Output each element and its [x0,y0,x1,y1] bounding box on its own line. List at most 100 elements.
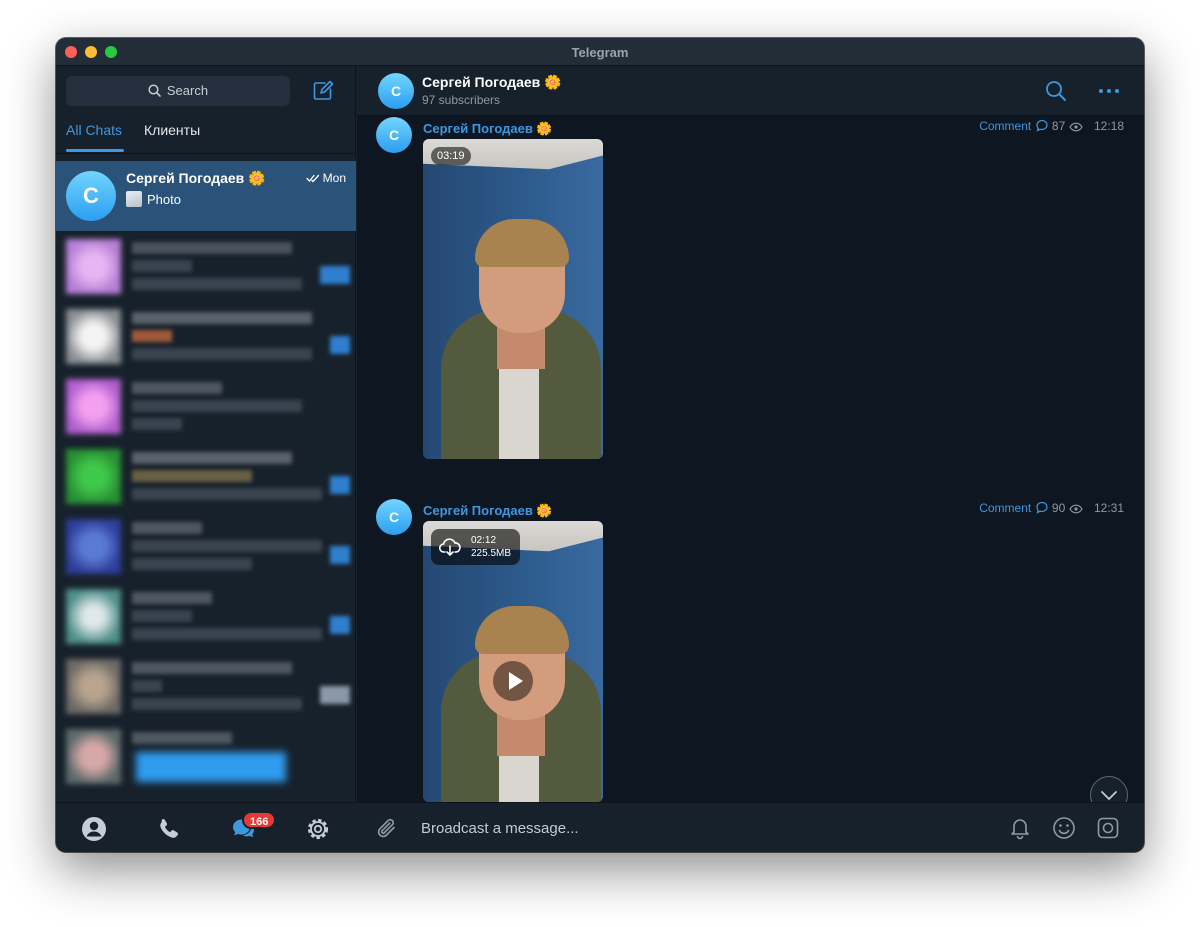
avatar [66,449,121,504]
phone-icon[interactable] [156,816,182,842]
video-message[interactable]: 02:12 225.5MB [423,521,603,802]
blurred-line [132,592,212,604]
blurred-line [132,400,302,412]
video-size: 225.5MB [471,548,512,559]
video-duration: 03:19 [431,147,471,165]
video-person [441,219,601,459]
blurred-line [132,452,292,464]
unread-count-badge: 166 [242,811,277,829]
avatar[interactable]: C [376,117,412,153]
avatar [66,309,121,364]
list-item[interactable] [56,374,356,444]
avatar [66,659,121,714]
avatar [66,589,121,644]
contacts-icon[interactable] [81,816,107,842]
view-count: 90 [1051,501,1066,515]
avatar[interactable]: C [376,499,412,535]
blurred-line [132,348,312,360]
person-hair [475,219,569,267]
avatar [66,519,121,574]
chat-folder-tabs: All Chats Клиенты [56,114,356,154]
unread-badge [320,266,350,284]
message-time: 12:31 [1093,501,1124,515]
blurred-line [132,732,232,744]
unread-badge [330,336,350,354]
blurred-line [132,312,312,324]
video-person [441,606,601,802]
bell-icon[interactable] [1007,815,1033,841]
tab-all-chats[interactable]: All Chats [66,122,122,138]
comment-link[interactable]: Comment [979,119,1031,133]
chat-search-field[interactable]: Search [66,76,290,106]
search-placeholder: Search [166,83,209,98]
chat-view: C Сергей Погодаев 🌼 97 subscribers C Сер… [357,66,1144,852]
double-check-icon [306,174,319,183]
blurred-line [132,488,322,500]
chat-header: C Сергей Погодаев 🌼 97 subscribers [357,66,1144,116]
list-item[interactable] [56,444,356,514]
list-item[interactable] [56,724,356,794]
video-duration: 02:12 [471,535,497,546]
more-icon[interactable] [1098,86,1120,96]
blurred-line [132,260,192,272]
active-tab-indicator [66,149,124,152]
blurred-line [132,558,252,570]
message-time: 12:18 [1093,119,1124,133]
chat-time: Mon [306,171,346,185]
avatar: C [66,171,116,221]
message-input[interactable] [421,813,921,843]
paperclip-icon[interactable] [375,816,399,840]
blurred-line [132,662,292,674]
message-meta: Comment 87 12:18 [979,119,1124,133]
list-item[interactable] [56,234,356,304]
gear-icon[interactable] [305,816,331,842]
blurred-line [132,680,162,692]
blurred-line [132,242,292,254]
title-bar: Telegram [56,38,1144,66]
play-icon[interactable] [493,661,533,701]
chat-preview-text: Photo [147,192,181,207]
emoji-icon[interactable] [1051,815,1077,841]
list-item[interactable] [56,304,356,374]
search-icon[interactable] [1045,80,1067,102]
channel-name[interactable]: Сергей Погодаев 🌼 [422,74,562,91]
comment-icon [1035,119,1048,132]
comment-icon [1035,501,1048,514]
blurred-line [132,418,182,430]
chat-preview: Photo [126,191,181,207]
unread-badge [330,546,350,564]
photo-thumbnail [126,191,142,207]
telegram-window: Telegram Search All Chats Клиенты C Серг… [56,38,1144,852]
subscriber-count: 97 subscribers [422,93,501,107]
message-composer [357,802,1144,852]
unread-badge [330,476,350,494]
eye-icon [1068,504,1083,514]
channel-avatar[interactable]: C [378,73,414,109]
unread-badge [330,616,350,634]
list-item[interactable] [56,584,356,654]
blurred-line [132,628,322,640]
message-meta: Comment 90 12:31 [979,501,1124,515]
comment-link[interactable]: Comment [979,501,1031,515]
download-pill[interactable]: 02:12 225.5MB [431,529,520,565]
compose-icon[interactable] [312,80,334,102]
avatar [66,239,121,294]
chat-list-item-active[interactable]: C Сергей Погодаев 🌼 Mon Photo [56,161,356,231]
list-item[interactable] [56,514,356,584]
video-message[interactable]: 03:19 [423,139,603,459]
chevron-down-icon [1101,791,1117,800]
blurred-line [132,610,192,622]
blurred-chat-list [56,234,356,800]
window-title: Telegram [571,45,629,60]
blurred-line [132,698,302,710]
avatar [66,379,121,434]
bottom-navigation: 166 [56,802,356,852]
avatar [66,729,121,784]
message-author[interactable]: Сергей Погодаев 🌼 [423,503,553,519]
message-author[interactable]: Сергей Погодаев 🌼 [423,121,553,137]
list-item[interactable] [56,654,356,724]
blurred-highlight [136,752,286,782]
tab-clients[interactable]: Клиенты [144,122,200,138]
blurred-line [132,330,172,342]
sticker-icon[interactable] [1095,815,1121,841]
